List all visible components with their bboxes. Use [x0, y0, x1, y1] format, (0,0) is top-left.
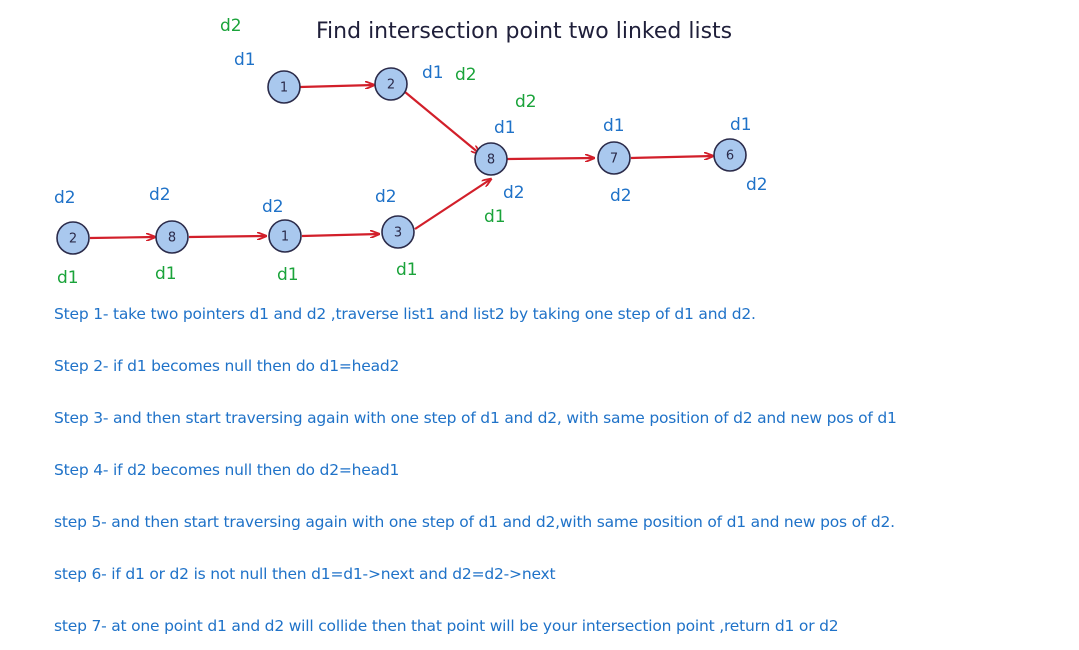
label-b3-d1: d1	[396, 260, 418, 280]
node-b3: 3	[381, 215, 415, 249]
label-top-d2: d2	[220, 16, 242, 36]
step-4: Step 4- if d2 becomes null then do d2=he…	[54, 461, 400, 479]
step-1: Step 1- take two pointers d1 and d2 ,tra…	[54, 305, 756, 323]
label-b3-d2: d2	[375, 187, 397, 207]
label-b8-d2: d2	[149, 185, 171, 205]
node-b1: 1	[268, 219, 302, 253]
edge-b2-b8	[89, 237, 155, 238]
label-n2-d1: d1	[422, 63, 444, 83]
label-n7-d1: d1	[603, 116, 625, 136]
edge-a1-a2	[299, 85, 374, 87]
edge-c7-c6	[630, 156, 713, 158]
node-c6: 6	[713, 138, 747, 172]
node-a2: 2	[374, 67, 408, 101]
label-n2-d2: d2	[455, 65, 477, 85]
node-c7-value: 7	[610, 152, 618, 167]
step-2: Step 2- if d1 becomes null then do d1=he…	[54, 357, 400, 375]
label-b2-d1: d1	[57, 268, 79, 288]
node-a1-value: 1	[280, 81, 288, 96]
edge-c8-c7	[506, 158, 594, 159]
node-b2: 2	[56, 221, 90, 255]
node-c8-value: 8	[487, 153, 495, 168]
label-n7-d2: d2	[610, 186, 632, 206]
node-b2-value: 2	[69, 232, 77, 247]
edge-b8-b1	[188, 236, 266, 237]
label-top-d1: d1	[234, 50, 256, 70]
edge-b3-c8	[414, 179, 491, 230]
step-7: step 7- at one point d1 and d2 will coll…	[54, 617, 839, 635]
linked-list-diagram: Find intersection point two linked lists…	[54, 16, 768, 288]
step-3: Step 3- and then start traversing again …	[54, 409, 897, 427]
label-n6-d2: d2	[746, 175, 768, 195]
node-b8-value: 8	[168, 231, 176, 246]
step-5: step 5- and then start traversing again …	[54, 513, 895, 531]
label-n6-d1: d1	[730, 115, 752, 135]
node-b8: 8	[155, 220, 189, 254]
diagram-title: Find intersection point two linked lists	[316, 19, 732, 44]
edge-b1-b3	[301, 234, 379, 236]
label-n8-d2-top: d2	[515, 92, 537, 112]
label-b1-d1: d1	[277, 265, 299, 285]
label-b1-d2: d2	[262, 197, 284, 217]
label-n8-d1-bottom: d1	[484, 207, 506, 227]
label-n8-d1-top: d1	[494, 118, 516, 138]
edge-a2-c8	[404, 91, 480, 154]
label-b2-d2: d2	[54, 188, 76, 208]
node-a2-value: 2	[387, 78, 395, 93]
step-6: step 6- if d1 or d2 is not null then d1=…	[54, 565, 556, 583]
node-b3-value: 3	[394, 226, 402, 241]
node-b1-value: 1	[281, 230, 289, 245]
label-b8-d1: d1	[155, 264, 177, 284]
node-c6-value: 6	[726, 149, 734, 164]
node-c7: 7	[597, 141, 631, 175]
node-a1: 1	[267, 70, 301, 104]
label-n8-d2-bottom: d2	[503, 183, 525, 203]
node-c8: 8	[474, 142, 508, 176]
